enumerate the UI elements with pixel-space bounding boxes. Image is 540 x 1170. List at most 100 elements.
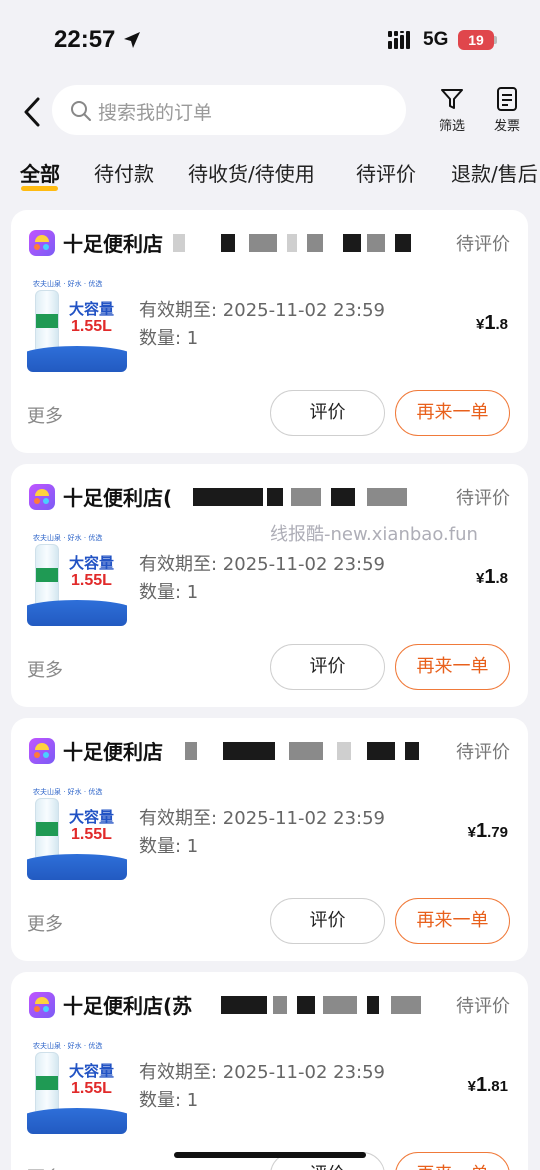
- more-button[interactable]: 更多: [27, 402, 63, 428]
- redaction: [289, 742, 323, 760]
- redaction: [307, 234, 323, 252]
- quantity-text: 数量: 1: [139, 836, 199, 857]
- redaction: [405, 742, 419, 760]
- product-image[interactable]: 农夫山泉 · 好水 · 优选 大容量 1.55L: [27, 1038, 127, 1134]
- review-button[interactable]: 评价: [270, 898, 385, 944]
- product-image[interactable]: 农夫山泉 · 好水 · 优选 大容量 1.55L: [27, 276, 127, 372]
- store-name[interactable]: 十足便利店(: [63, 482, 172, 511]
- product-image[interactable]: 农夫山泉 · 好水 · 优选 大容量 1.55L: [27, 784, 127, 880]
- search-input[interactable]: 搜索我的订单: [52, 85, 406, 135]
- tab-pending-payment[interactable]: 待付款: [94, 158, 154, 187]
- bottle-label: [36, 314, 58, 328]
- redaction: [273, 996, 287, 1014]
- redaction: [173, 234, 185, 252]
- invoice-button[interactable]: 发票: [487, 86, 527, 134]
- thumb-volume: 1.55L: [71, 826, 112, 843]
- network-type: 5G: [423, 29, 449, 50]
- validity-text: 有效期至: 2025-11-02 23:59: [139, 554, 385, 575]
- tab-pending-review[interactable]: 待评价: [356, 158, 416, 187]
- tab-pending-receipt[interactable]: 待收货/待使用: [188, 158, 315, 187]
- validity-text: 有效期至: 2025-11-02 23:59: [139, 1062, 385, 1083]
- price-integer: 1: [484, 312, 496, 334]
- price-decimal: .8: [495, 570, 508, 587]
- order-price: ¥1.8: [476, 312, 508, 335]
- thumb-volume: 1.55L: [71, 318, 112, 335]
- store-name[interactable]: 十足便利店(苏: [63, 990, 192, 1019]
- thumb-title: 大容量: [69, 808, 115, 826]
- store-name[interactable]: 十足便利店: [63, 228, 163, 257]
- review-button[interactable]: 评价: [270, 644, 385, 690]
- redaction: [291, 488, 321, 506]
- redaction: [193, 488, 263, 506]
- reorder-button[interactable]: 再来一单: [395, 1152, 510, 1170]
- order-price: ¥1.81: [468, 1074, 508, 1097]
- store-logo-icon: [29, 738, 55, 764]
- order-status: 待评价: [456, 234, 510, 255]
- thumb-title: 大容量: [69, 1062, 115, 1080]
- thumb-wave: [27, 600, 127, 626]
- watermark-text: 线报酷-new.xianbao.fun: [270, 524, 478, 545]
- thumb-brand: 农夫山泉 · 好水 · 优选: [33, 280, 103, 288]
- order-status: 待评价: [456, 488, 510, 509]
- invoice-icon: [497, 87, 517, 111]
- reorder-button[interactable]: 再来一单: [395, 390, 510, 436]
- redaction: [323, 996, 357, 1014]
- redaction: [367, 742, 395, 760]
- order-card[interactable]: 十足便利店 待评价 农夫山泉 · 好水 · 优选 大容量 1.55L 有效期至:…: [11, 210, 528, 453]
- more-button[interactable]: 更多: [27, 910, 63, 936]
- validity-text: 有效期至: 2025-11-02 23:59: [139, 300, 385, 321]
- redaction: [249, 234, 277, 252]
- validity-text: 有效期至: 2025-11-02 23:59: [139, 808, 385, 829]
- price-decimal: .79: [487, 824, 508, 841]
- home-indicator[interactable]: [174, 1152, 366, 1158]
- bottle-label: [36, 1076, 58, 1090]
- filter-label: 筛选: [438, 119, 465, 134]
- order-status: 待评价: [456, 742, 510, 763]
- filter-button[interactable]: 筛选: [432, 86, 472, 134]
- thumb-volume: 1.55L: [71, 572, 112, 589]
- redaction: [395, 234, 411, 252]
- redaction: [297, 996, 315, 1014]
- filter-icon: [441, 89, 463, 109]
- header: 搜索我的订单 筛选 发票: [0, 84, 540, 140]
- store-logo-icon: [29, 992, 55, 1018]
- redaction: [367, 996, 379, 1014]
- order-card[interactable]: 十足便利店(苏 待评价 农夫山泉 · 好水 · 优选 大容量 1.55L 有效期…: [11, 972, 528, 1170]
- redaction: [185, 742, 197, 760]
- redaction: [221, 234, 235, 252]
- back-icon[interactable]: [18, 96, 46, 128]
- thumb-brand: 农夫山泉 · 好水 · 优选: [33, 788, 103, 796]
- tab-all[interactable]: 全部: [20, 158, 60, 187]
- more-button[interactable]: 更多: [27, 656, 63, 682]
- more-button[interactable]: 更多: [27, 1164, 63, 1170]
- order-status: 待评价: [456, 996, 510, 1017]
- redaction: [287, 234, 297, 252]
- redaction: [267, 488, 283, 506]
- order-card[interactable]: 十足便利店( 待评价 农夫山泉 · 好水 · 优选 大容量 1.55L 有效期至…: [11, 464, 528, 707]
- tab-refund[interactable]: 退款/售后: [451, 158, 538, 187]
- thumb-wave: [27, 346, 127, 372]
- active-tab-indicator: [21, 186, 58, 191]
- status-time: 22:57: [54, 26, 116, 53]
- store-logo-icon: [29, 484, 55, 510]
- redaction: [391, 996, 421, 1014]
- review-button[interactable]: 评价: [270, 390, 385, 436]
- price-decimal: .81: [487, 1078, 508, 1095]
- battery-icon: 19: [458, 30, 494, 50]
- order-price: ¥1.79: [468, 820, 508, 843]
- reorder-button[interactable]: 再来一单: [395, 898, 510, 944]
- redaction: [367, 488, 407, 506]
- status-bar: 22:57 5G 19: [0, 0, 540, 80]
- product-image[interactable]: 农夫山泉 · 好水 · 优选 大容量 1.55L: [27, 530, 127, 626]
- bottle-label: [36, 568, 58, 582]
- thumb-wave: [27, 1108, 127, 1134]
- reorder-button[interactable]: 再来一单: [395, 644, 510, 690]
- order-card[interactable]: 十足便利店 待评价 农夫山泉 · 好水 · 优选 大容量 1.55L 有效期至:…: [11, 718, 528, 961]
- currency-symbol: ¥: [467, 1078, 477, 1095]
- quantity-text: 数量: 1: [139, 1090, 199, 1111]
- quantity-text: 数量: 1: [139, 328, 199, 349]
- thumb-wave: [27, 854, 127, 880]
- search-icon: [71, 101, 91, 121]
- redaction: [337, 742, 351, 760]
- store-name[interactable]: 十足便利店: [63, 736, 163, 765]
